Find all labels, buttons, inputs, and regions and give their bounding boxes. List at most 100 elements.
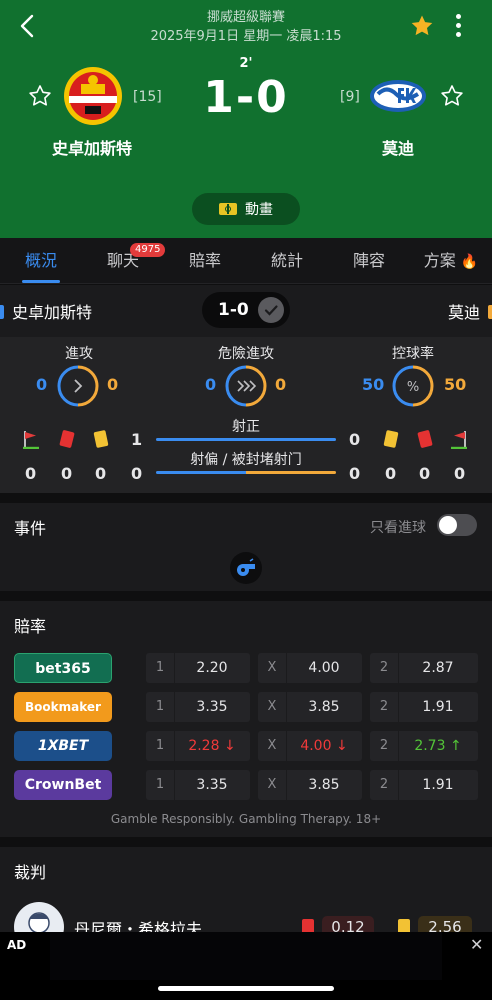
tab-plans[interactable]: 方案 🔥 xyxy=(410,238,492,283)
arrow-down-icon: ↓ xyxy=(223,738,236,754)
dangerous-attack-ring-icon xyxy=(225,365,267,407)
gamble-responsibly-disclaimer[interactable]: Gamble Responsibly. Gambling Therapy. 18… xyxy=(0,812,492,826)
home-red-cards: 0 xyxy=(61,464,73,483)
crownbet-logo: CrownBet xyxy=(14,770,112,800)
possession-ring-icon: % xyxy=(392,365,434,407)
home-rank: [15] xyxy=(133,89,162,105)
away-team-crest[interactable] xyxy=(368,74,428,118)
home-yellow-card-icon xyxy=(93,429,109,449)
star-outline-icon xyxy=(29,85,51,106)
away-red-card-icon xyxy=(417,429,433,449)
odds-key-1: 1 xyxy=(155,660,165,675)
away-corners: 0 xyxy=(454,464,466,483)
animation-button[interactable]: 動畫 xyxy=(192,193,300,225)
arrow-up-icon: ↑ xyxy=(449,738,462,754)
away-team-name[interactable]: 莫迪 xyxy=(328,135,468,159)
animation-label: 動畫 xyxy=(245,202,273,218)
away-yellow-card-icon xyxy=(383,429,399,449)
home-team-name[interactable]: 史卓加斯特 xyxy=(22,135,162,159)
home-color-marker xyxy=(0,305,4,319)
tab-chat[interactable]: 聊天 4975 xyxy=(82,238,166,283)
whistle-icon xyxy=(230,552,262,584)
odds-draw: 3.85 xyxy=(308,777,340,793)
home-red-card-icon xyxy=(59,429,75,449)
odds-key-x: X xyxy=(267,738,277,753)
tab-overview[interactable]: 概況 xyxy=(0,238,82,283)
1xbet-logo: 1XBET xyxy=(14,731,112,761)
dangerous-attack-home: 0 xyxy=(205,375,217,394)
odds-key-x: X xyxy=(267,699,277,714)
odds-key-1: 1 xyxy=(155,777,165,792)
possession-label: 控球率 xyxy=(392,346,434,362)
odds-key-1: 1 xyxy=(155,699,165,714)
odds-home-win: 2.20 xyxy=(196,660,228,676)
tab-label: 賠率 xyxy=(188,251,221,270)
summary-score: 1-0 xyxy=(218,300,249,320)
goals-only-toggle[interactable] xyxy=(437,514,477,536)
home-yellow-cards: 0 xyxy=(95,464,107,483)
tab-odds[interactable]: 賠率 xyxy=(164,238,246,283)
shots-off-bar xyxy=(156,471,336,474)
tab-lineup[interactable]: 陣容 xyxy=(328,238,410,283)
ad-content[interactable] xyxy=(50,932,442,980)
home-favorite-button[interactable] xyxy=(28,84,52,112)
shots-on-label: 射正 xyxy=(232,419,260,435)
summary-away-name: 莫迪 xyxy=(447,303,480,322)
home-indicator xyxy=(158,986,334,991)
tab-label: 概況 xyxy=(24,251,57,270)
odds-key-2: 2 xyxy=(379,660,389,675)
ad-close-button[interactable]: ✕ xyxy=(470,935,483,954)
odds-row[interactable]: Bookmaker 1 3.35 X 3.85 2 1.91 xyxy=(14,692,478,722)
dangerous-attack-label: 危險進攻 xyxy=(218,346,274,362)
finished-check-icon xyxy=(258,297,284,323)
dangerous-attack-away: 0 xyxy=(275,375,287,394)
home-corners: 0 xyxy=(25,464,37,483)
odds-row[interactable]: 1XBET 1 2.28 ↓ X 4.00 ↓ 2 2.73 ↑ xyxy=(14,731,478,761)
odds-home-win: 3.35 xyxy=(196,699,228,715)
home-corner-icon xyxy=(22,429,40,453)
odds-row[interactable]: CrownBet 1 3.35 X 3.85 2 1.91 xyxy=(14,770,478,800)
odds-key-1: 1 xyxy=(155,738,165,753)
attack-label: 進攻 xyxy=(65,346,93,362)
odds-draw: 4.00 ↓ xyxy=(300,738,348,754)
shots-off-away: 0 xyxy=(349,464,361,483)
away-favorite-button[interactable] xyxy=(440,84,464,112)
events-title: 事件 xyxy=(14,519,47,538)
star-filled-icon xyxy=(411,15,433,36)
bet365-logo: bet365 xyxy=(14,653,112,683)
tab-label: 陣容 xyxy=(352,251,385,270)
odds-home-win: 2.28 ↓ xyxy=(188,738,236,754)
shots-off-label: 射偏 / 被封堵射门 xyxy=(190,452,302,468)
arrow-down-icon: ↓ xyxy=(335,738,348,754)
odds-away-win: 1.91 xyxy=(422,699,454,715)
shots-on-bar xyxy=(156,438,336,441)
referee-title: 裁判 xyxy=(14,863,47,882)
ad-label: AD xyxy=(7,938,27,952)
more-options-button[interactable] xyxy=(450,14,466,38)
odds-away-win: 2.87 xyxy=(422,660,454,676)
favorite-match-button[interactable] xyxy=(410,14,434,42)
home-team-crest[interactable] xyxy=(63,66,123,126)
away-rank: [9] xyxy=(340,89,360,105)
attack-home: 0 xyxy=(36,375,48,394)
away-red-cards: 0 xyxy=(419,464,431,483)
away-yellow-cards: 0 xyxy=(385,464,397,483)
away-color-marker xyxy=(488,305,492,319)
possession-away: 50 xyxy=(444,375,467,394)
goals-only-label: 只看進球 xyxy=(370,520,426,536)
tab-stats[interactable]: 統計 xyxy=(246,238,328,283)
shots-off-home: 0 xyxy=(131,464,143,483)
odds-home-win: 3.35 xyxy=(196,777,228,793)
bookmaker-logo: Bookmaker xyxy=(14,692,112,722)
chat-count-badge: 4975 xyxy=(130,243,166,257)
stats-panel: 進攻 0 0 危險進攻 0 0 控球率 50 % 50 1 射正 0 0 0 0… xyxy=(0,337,492,493)
attack-away: 0 xyxy=(107,375,119,394)
tab-label: 統計 xyxy=(270,251,303,270)
match-detail-screen: 挪威超級聯賽 2025年9月1日 星期一 凌晨1:15 2' 1-0 [15] … xyxy=(0,0,492,1000)
odds-row[interactable]: bet365 1 2.20 X 4.00 2 2.87 xyxy=(14,653,478,683)
summary-score-pill: 1-0 xyxy=(202,292,290,328)
attack-ring-icon xyxy=(57,365,99,407)
match-summary: 史卓加斯特 1-0 莫迪 進攻 0 0 危險進攻 0 0 控球率 50 % 50… xyxy=(0,285,492,493)
odds-key-x: X xyxy=(267,777,277,792)
odds-draw: 4.00 xyxy=(308,660,340,676)
